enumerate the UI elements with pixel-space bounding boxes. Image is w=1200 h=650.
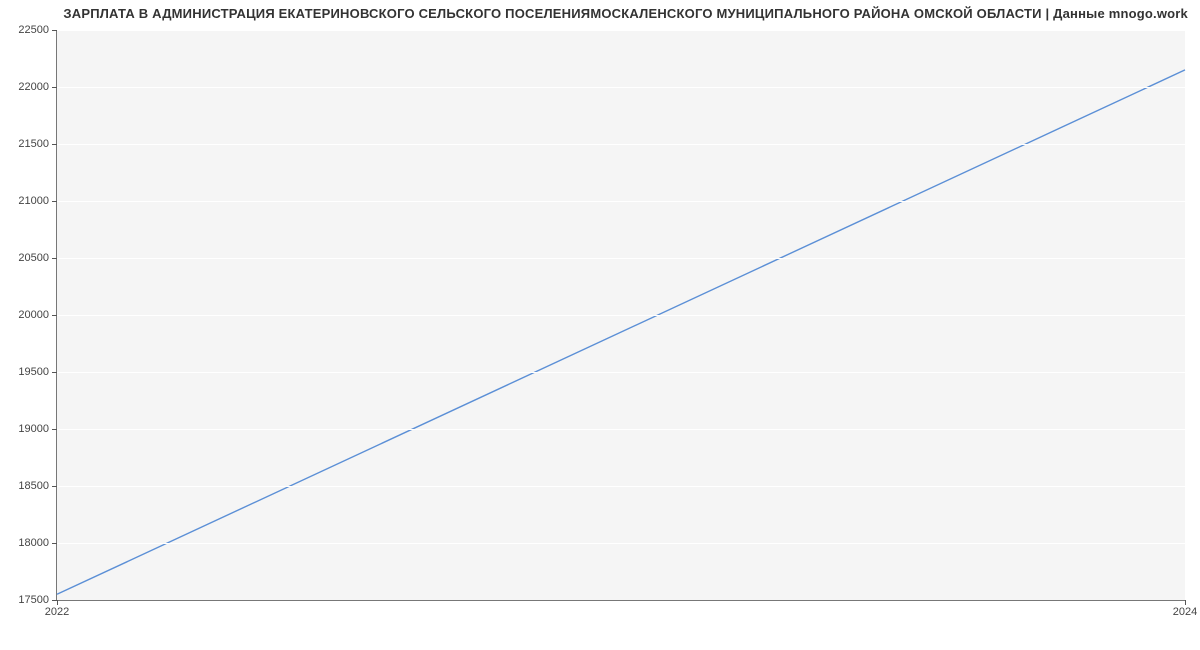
y-tick [52, 429, 57, 430]
grid-line [57, 30, 1185, 31]
y-axis-label: 21000 [18, 195, 49, 207]
y-axis-label: 19500 [18, 366, 49, 378]
y-tick [52, 201, 57, 202]
y-tick [52, 315, 57, 316]
y-tick [52, 372, 57, 373]
y-axis-label: 18500 [18, 480, 49, 492]
y-axis-label: 17500 [18, 594, 49, 606]
grid-line [57, 144, 1185, 145]
grid-line [57, 543, 1185, 544]
y-axis-label: 22000 [18, 81, 49, 93]
y-axis-label: 19000 [18, 423, 49, 435]
grid-line [57, 315, 1185, 316]
y-tick [52, 486, 57, 487]
y-axis-label: 20500 [18, 252, 49, 264]
grid-line [57, 486, 1185, 487]
y-tick [52, 258, 57, 259]
y-tick [52, 87, 57, 88]
grid-line [57, 372, 1185, 373]
y-tick [52, 144, 57, 145]
grid-line [57, 258, 1185, 259]
y-axis-label: 20000 [18, 309, 49, 321]
chart-title: ЗАРПЛАТА В АДМИНИСТРАЦИЯ ЕКАТЕРИНОВСКОГО… [63, 6, 1188, 21]
grid-line [57, 87, 1185, 88]
x-tick [1185, 600, 1186, 605]
chart-container: ЗАРПЛАТА В АДМИНИСТРАЦИЯ ЕКАТЕРИНОВСКОГО… [0, 0, 1200, 650]
y-tick [52, 543, 57, 544]
y-tick [52, 30, 57, 31]
plot-area: 1750018000185001900019500200002050021000… [56, 30, 1185, 601]
grid-line [57, 429, 1185, 430]
x-axis-label: 2024 [1173, 606, 1197, 618]
x-axis-label: 2022 [45, 606, 69, 618]
grid-line [57, 201, 1185, 202]
salary-line [57, 70, 1185, 594]
y-axis-label: 21500 [18, 138, 49, 150]
y-axis-label: 18000 [18, 537, 49, 549]
y-axis-label: 22500 [18, 24, 49, 36]
x-tick [57, 600, 58, 605]
